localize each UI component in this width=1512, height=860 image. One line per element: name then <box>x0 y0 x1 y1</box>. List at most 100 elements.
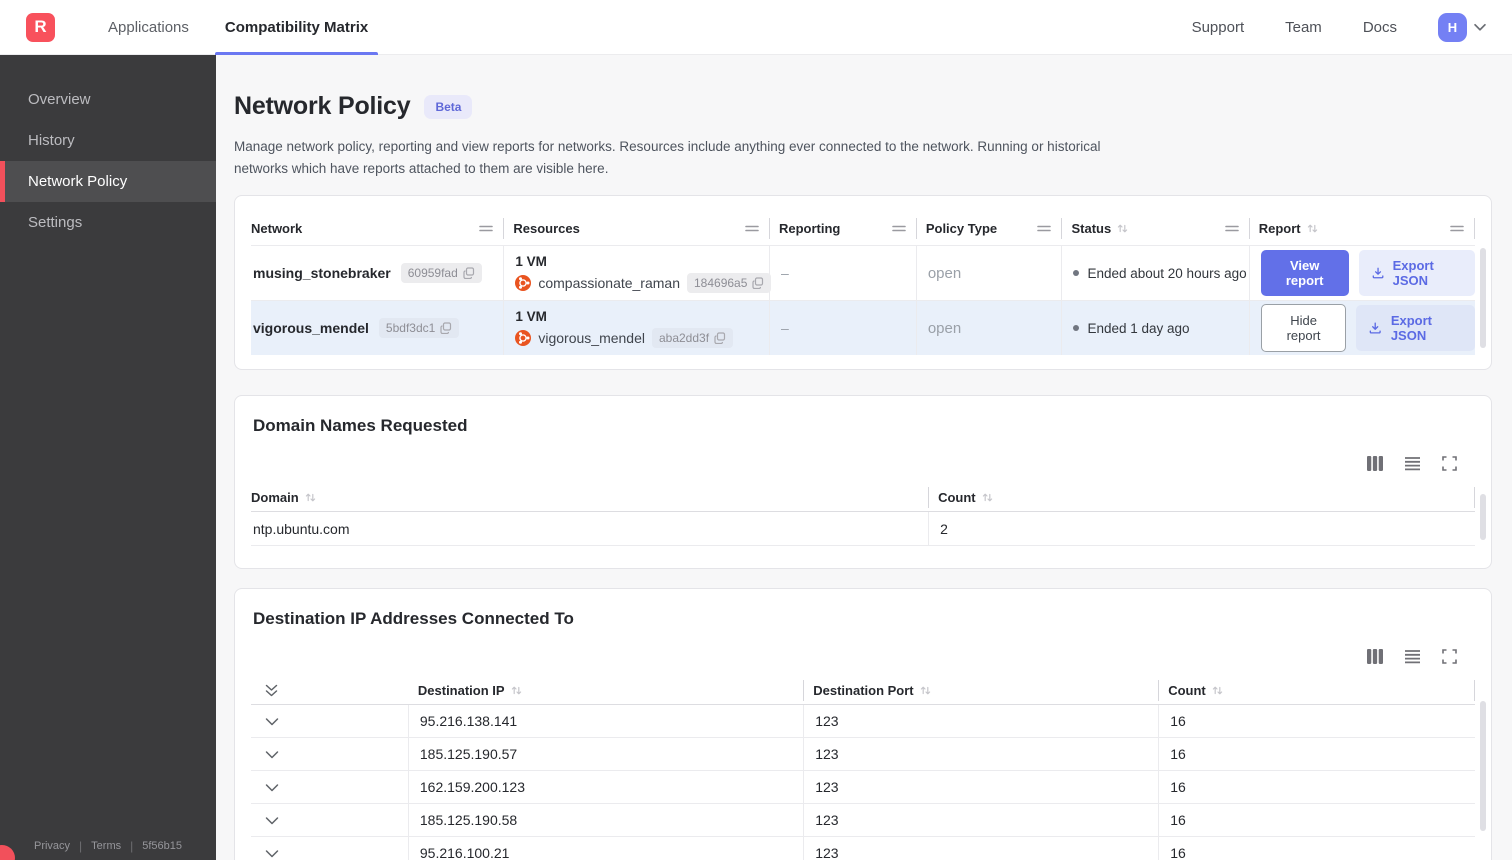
col-header-reporting: Reporting <box>770 218 917 240</box>
copy-icon[interactable] <box>440 322 452 335</box>
row-expand-toggle[interactable] <box>251 738 409 771</box>
destination-table-row[interactable]: 95.216.138.141 123 16 <box>251 705 1475 739</box>
copy-icon[interactable] <box>463 267 475 280</box>
sidebar-item-network-policy[interactable]: Network Policy <box>0 161 216 202</box>
destination-table-row[interactable]: 95.216.100.21 123 16 <box>251 837 1475 860</box>
destination-table-row[interactable]: 162.159.200.123 123 16 <box>251 771 1475 805</box>
page-title: Network Policy <box>234 92 411 120</box>
report-cell: Hide report Export JSON <box>1250 301 1475 355</box>
destination-ip-cell: 95.216.138.141 <box>409 705 805 738</box>
sort-icon[interactable] <box>305 492 316 503</box>
network-cell: musing_stonebraker 60959fad <box>251 246 505 301</box>
brand-logo[interactable]: R <box>26 12 55 42</box>
destinations-table-header: Destination IP Destination Port Count <box>251 676 1475 706</box>
sort-icon[interactable] <box>1117 223 1128 234</box>
col-header-domain: Domain <box>251 486 930 508</box>
network-table-row[interactable]: vigorous_mendel 5bdf3dc1 1 VM vigorous_m… <box>251 300 1475 356</box>
copy-icon[interactable] <box>752 277 764 289</box>
row-expand-toggle[interactable] <box>251 837 409 860</box>
column-drag-handle[interactable] <box>479 224 494 233</box>
nav-link-support[interactable]: Support <box>1192 19 1245 36</box>
nav-tab-applications[interactable]: Applications <box>90 0 207 55</box>
network-id-badge[interactable]: 60959fad <box>400 263 482 284</box>
top-navbar: R Applications Compatibility Matrix Supp… <box>0 0 1512 55</box>
domains-card-title: Domain Names Requested <box>253 416 468 436</box>
sort-icon[interactable] <box>1307 223 1318 234</box>
download-icon <box>1372 267 1383 279</box>
destinations-card: Destination IP Addresses Connected To De… <box>234 588 1492 860</box>
columns-icon[interactable] <box>1367 456 1383 472</box>
network-id-badge[interactable]: 5bdf3dc1 <box>378 318 460 339</box>
column-drag-handle[interactable] <box>892 224 906 233</box>
terms-link[interactable]: Terms <box>91 840 121 852</box>
double-chevron-down-icon <box>265 684 278 696</box>
user-menu[interactable]: H <box>1438 12 1486 42</box>
nav-link-docs[interactable]: Docs <box>1363 19 1397 36</box>
row-expand-toggle[interactable] <box>251 771 409 804</box>
count-cell: 16 <box>1170 713 1186 730</box>
report-button[interactable]: Hide report <box>1260 304 1347 353</box>
ubuntu-icon <box>515 274 532 291</box>
rows-density-icon[interactable] <box>1404 456 1421 471</box>
rows-density-icon[interactable] <box>1404 649 1421 664</box>
count-cell: 16 <box>1170 812 1186 829</box>
network-table-row[interactable]: musing_stonebraker 60959fad 1 VM compass… <box>251 245 1475 301</box>
chevron-down-icon <box>265 783 279 791</box>
column-drag-handle[interactable] <box>1037 224 1052 233</box>
vm-name: compassionate_raman <box>538 274 680 291</box>
fullscreen-icon[interactable] <box>1442 456 1457 471</box>
table-toolbar <box>235 649 1457 665</box>
expand-all-toggle[interactable] <box>251 684 409 697</box>
export-json-button[interactable]: Export JSON <box>1358 250 1475 297</box>
fullscreen-icon[interactable] <box>1442 649 1457 664</box>
resources-cell: 1 VM vigorous_mendel aba2dd3f <box>504 301 770 356</box>
column-drag-handle[interactable] <box>1450 224 1464 233</box>
beta-badge: Beta <box>424 94 473 119</box>
app-root: R Applications Compatibility Matrix Supp… <box>0 0 1512 860</box>
nav-tab-compatibility-matrix[interactable]: Compatibility Matrix <box>207 0 386 55</box>
sort-icon[interactable] <box>920 685 931 696</box>
sort-icon[interactable] <box>511 685 522 696</box>
sort-icon[interactable] <box>982 492 993 503</box>
privacy-link[interactable]: Privacy <box>34 840 70 852</box>
col-header-network: Network <box>251 218 505 240</box>
domain-cell: ntp.ubuntu.com <box>251 512 930 546</box>
col-header-report: Report <box>1250 218 1475 240</box>
sidebar-item-overview[interactable]: Overview <box>0 79 216 120</box>
column-drag-handle[interactable] <box>745 224 759 233</box>
sidebar-item-history[interactable]: History <box>0 120 216 161</box>
copy-icon[interactable] <box>714 332 726 344</box>
export-json-button[interactable]: Export JSON <box>1356 305 1475 352</box>
domain-table-row[interactable]: ntp.ubuntu.com 2 <box>251 512 1475 547</box>
nav-link-team[interactable]: Team <box>1285 19 1322 36</box>
column-drag-handle[interactable] <box>1224 224 1239 233</box>
network-name: vigorous_mendel <box>253 320 369 337</box>
status-cell: Ended about 20 hours ago <box>1062 246 1250 301</box>
destination-ip-cell: 162.159.200.123 <box>409 771 805 804</box>
destination-table-row[interactable]: 185.125.190.57 123 16 <box>251 738 1475 772</box>
status-text: Ended 1 day ago <box>1087 320 1190 336</box>
col-header-count: Count <box>1159 679 1475 701</box>
vertical-scrollbar[interactable] <box>1480 248 1486 349</box>
network-name: musing_stonebraker <box>253 265 391 282</box>
vertical-scrollbar[interactable] <box>1480 701 1486 832</box>
col-header-destination-port: Destination Port <box>804 679 1160 701</box>
vertical-scrollbar[interactable] <box>1480 494 1486 541</box>
destination-ip-cell: 95.216.100.21 <box>409 837 805 860</box>
vm-id-badge[interactable]: aba2dd3f <box>651 327 734 348</box>
chevron-down-icon <box>265 816 279 824</box>
columns-icon[interactable] <box>1367 649 1383 665</box>
destination-table-row[interactable]: 185.125.190.58 123 16 <box>251 804 1475 838</box>
sidebar-item-settings[interactable]: Settings <box>0 202 216 243</box>
status-dot-icon <box>1073 325 1080 332</box>
destination-port-cell: 123 <box>804 705 1160 738</box>
table-toolbar <box>235 456 1457 472</box>
destination-ip-cell: 185.125.190.57 <box>409 738 805 771</box>
avatar[interactable]: H <box>1438 12 1467 42</box>
col-header-policy-type: Policy Type <box>917 218 1063 240</box>
vm-id-badge[interactable]: 184696a5 <box>687 272 772 293</box>
row-expand-toggle[interactable] <box>251 705 409 738</box>
sort-icon[interactable] <box>1212 685 1223 696</box>
row-expand-toggle[interactable] <box>251 804 409 837</box>
report-button[interactable]: View report <box>1260 250 1349 297</box>
